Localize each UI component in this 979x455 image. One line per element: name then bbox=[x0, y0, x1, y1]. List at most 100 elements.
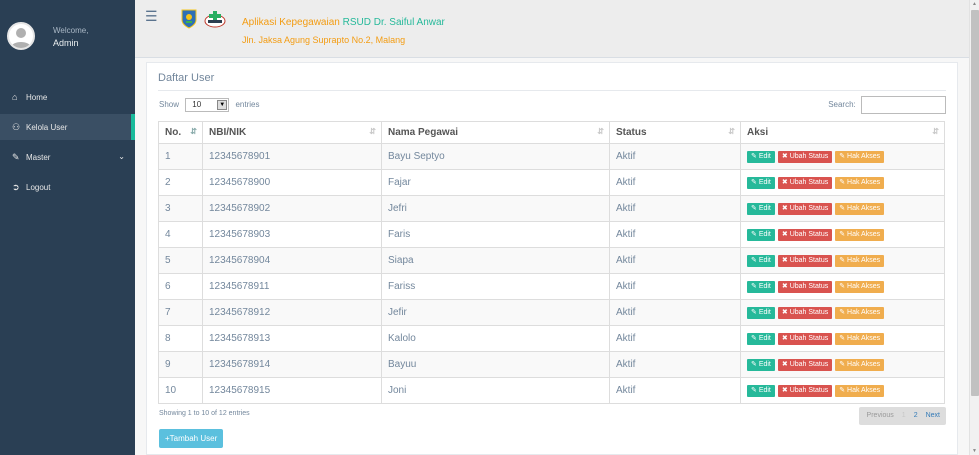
scroll-down-icon[interactable]: ▼ bbox=[972, 448, 977, 454]
entries-select[interactable]: 10 ▼ bbox=[185, 98, 230, 112]
cell-aksi: ✎ Edit ✖ Ubah Status ✎ Hak Akses bbox=[740, 377, 945, 404]
ubah-status-button[interactable]: ✖ Ubah Status bbox=[777, 202, 833, 215]
cell-aksi: ✎ Edit ✖ Ubah Status ✎ Hak Akses bbox=[740, 325, 945, 352]
cell-no: 8 bbox=[158, 325, 203, 352]
hak-akses-button[interactable]: ✎ Hak Akses bbox=[835, 358, 885, 371]
hak-akses-button[interactable]: ✎ Hak Akses bbox=[835, 228, 885, 241]
table-header-row: No. ⇵ NBI/NIK ⇵ Nama Pegawai ⇵ Status ⇵ Aksi… bbox=[158, 121, 945, 144]
sort-icon: ⇵ bbox=[597, 127, 604, 136]
edit-icon: ✎ bbox=[751, 256, 759, 264]
sidebar-item-master[interactable]: ✎ Master ⌄ bbox=[0, 144, 135, 170]
cell-status: Aktif bbox=[609, 195, 741, 222]
ubah-status-button[interactable]: ✖ Ubah Status bbox=[777, 150, 833, 163]
column-header-nama-pegawai[interactable]: Nama Pegawai ⇵ bbox=[381, 121, 610, 144]
hak-akses-button[interactable]: ✎ Hak Akses bbox=[835, 384, 885, 397]
edit-button[interactable]: ✎ Edit bbox=[747, 228, 775, 241]
search-label: Search: bbox=[828, 100, 856, 110]
sidebar-item-label: Logout bbox=[26, 183, 51, 192]
ubah-status-button[interactable]: ✖ Ubah Status bbox=[777, 358, 833, 371]
user-table: No. ⇵ NBI/NIK ⇵ Nama Pegawai ⇵ Status ⇵ Aksi… bbox=[158, 121, 945, 404]
sidebar: Welcome, Admin ⌂ Home ⚇ Kelola User ✎ Maste… bbox=[0, 0, 135, 455]
edit-button[interactable]: ✎ Edit bbox=[747, 254, 775, 267]
edit-icon: ✎ bbox=[839, 178, 848, 186]
edit-button[interactable]: ✎ Edit bbox=[747, 384, 775, 397]
search-input[interactable] bbox=[861, 96, 946, 114]
page-2-button[interactable]: 2 bbox=[910, 412, 922, 419]
edit-button[interactable]: ✎ Edit bbox=[747, 358, 775, 371]
edit-button-label: Edit bbox=[758, 178, 771, 186]
sidebar-item-kelola-user[interactable]: ⚇ Kelola User bbox=[0, 114, 135, 140]
hak-akses-button-label: Hak Akses bbox=[847, 230, 881, 238]
cell-aksi: ✎ Edit ✖ Ubah Status ✎ Hak Akses bbox=[740, 351, 945, 378]
dropdown-arrow-icon: ▼ bbox=[217, 100, 228, 110]
hak-akses-button[interactable]: ✎ Hak Akses bbox=[835, 150, 885, 163]
table-row: 1 12345678901 Bayu Septyo Aktif ✎ Edit ✖ Ubah… bbox=[158, 143, 945, 170]
ubah-status-button[interactable]: ✖ Ubah Status bbox=[777, 254, 833, 267]
edit-button-label: Edit bbox=[758, 256, 771, 264]
page-1-button[interactable]: 1 bbox=[898, 412, 910, 419]
edit-icon: ✎ bbox=[839, 282, 848, 290]
edit-button[interactable]: ✎ Edit bbox=[747, 176, 775, 189]
sidebar-item-home[interactable]: ⌂ Home bbox=[0, 84, 135, 110]
divider bbox=[158, 90, 946, 91]
edit-button[interactable]: ✎ Edit bbox=[747, 306, 775, 319]
edit-icon: ✎ bbox=[839, 230, 848, 238]
ubah-status-button[interactable]: ✖ Ubah Status bbox=[777, 384, 833, 397]
column-header-no[interactable]: No. ⇵ bbox=[158, 121, 203, 144]
edit-icon: ✎ bbox=[751, 360, 759, 368]
cell-nbi-nik: 12345678904 bbox=[202, 247, 382, 274]
hak-akses-button[interactable]: ✎ Hak Akses bbox=[835, 176, 885, 189]
edit-button[interactable]: ✎ Edit bbox=[747, 280, 775, 293]
column-header-status[interactable]: Status ⇵ bbox=[609, 121, 741, 144]
hak-akses-button[interactable]: ✎ Hak Akses bbox=[835, 280, 885, 293]
edit-button-label: Edit bbox=[758, 282, 771, 290]
menu-toggle-icon[interactable]: ☰ bbox=[145, 8, 158, 25]
ubah-status-button[interactable]: ✖ Ubah Status bbox=[777, 306, 833, 319]
next-button[interactable]: Next bbox=[922, 412, 946, 419]
edit-icon: ✎ bbox=[839, 360, 848, 368]
column-header-nbi-nik[interactable]: NBI/NIK ⇵ bbox=[202, 121, 382, 144]
column-header-aksi[interactable]: Aksi ⇵ bbox=[740, 121, 945, 144]
cell-status: Aktif bbox=[609, 377, 741, 404]
cell-aksi: ✎ Edit ✖ Ubah Status ✎ Hak Akses bbox=[740, 221, 945, 248]
close-icon: ✖ bbox=[781, 334, 790, 342]
edit-button-label: Edit bbox=[758, 334, 771, 342]
hak-akses-button[interactable]: ✎ Hak Akses bbox=[835, 254, 885, 267]
edit-button[interactable]: ✎ Edit bbox=[747, 332, 775, 345]
scroll-up-icon[interactable]: ▲ bbox=[972, 1, 977, 7]
cell-no: 5 bbox=[158, 247, 203, 274]
sign-out-icon: ➲ bbox=[12, 182, 20, 192]
page-scrollbar[interactable]: ▲ ▼ bbox=[969, 0, 979, 455]
sidebar-item-logout[interactable]: ➲ Logout bbox=[0, 174, 135, 200]
hak-akses-button-label: Hak Akses bbox=[847, 204, 881, 212]
profile: Welcome, Admin bbox=[0, 0, 135, 60]
show-label: Show bbox=[159, 100, 180, 110]
cell-nama-pegawai: Bayu Septyo bbox=[381, 143, 610, 170]
ubah-status-button[interactable]: ✖ Ubah Status bbox=[777, 332, 833, 345]
previous-button[interactable]: Previous bbox=[859, 412, 898, 419]
ubah-status-button[interactable]: ✖ Ubah Status bbox=[777, 228, 833, 241]
sort-icon: ⇵ bbox=[932, 127, 939, 136]
edit-button[interactable]: ✎ Edit bbox=[747, 150, 775, 163]
ubah-status-button-label: Ubah Status bbox=[789, 282, 829, 290]
edit-button-label: Edit bbox=[758, 360, 771, 368]
hak-akses-button[interactable]: ✎ Hak Akses bbox=[835, 306, 885, 319]
ubah-status-button-label: Ubah Status bbox=[789, 386, 829, 394]
sort-asc-icon: ⇵ bbox=[190, 127, 197, 136]
add-user-button[interactable]: +Tambah User bbox=[159, 429, 224, 448]
cell-no: 1 bbox=[158, 143, 203, 170]
hak-akses-button[interactable]: ✎ Hak Akses bbox=[835, 332, 885, 345]
chevron-down-icon: ⌄ bbox=[118, 152, 125, 161]
ubah-status-button[interactable]: ✖ Ubah Status bbox=[777, 176, 833, 189]
edit-icon: ✎ bbox=[751, 152, 759, 160]
cell-status: Aktif bbox=[609, 325, 741, 352]
cell-status: Aktif bbox=[609, 169, 741, 196]
scrollbar-thumb[interactable] bbox=[971, 10, 979, 396]
edit-button[interactable]: ✎ Edit bbox=[747, 202, 775, 215]
top-bar: ☰ Aplikasi Kepegawaian RSUD Dr. Saiful A… bbox=[135, 0, 969, 58]
close-icon: ✖ bbox=[781, 386, 790, 394]
hak-akses-button[interactable]: ✎ Hak Akses bbox=[835, 202, 885, 215]
ubah-status-button[interactable]: ✖ Ubah Status bbox=[777, 280, 833, 293]
ubah-status-button-label: Ubah Status bbox=[789, 204, 829, 212]
ubah-status-button-label: Ubah Status bbox=[789, 230, 829, 238]
